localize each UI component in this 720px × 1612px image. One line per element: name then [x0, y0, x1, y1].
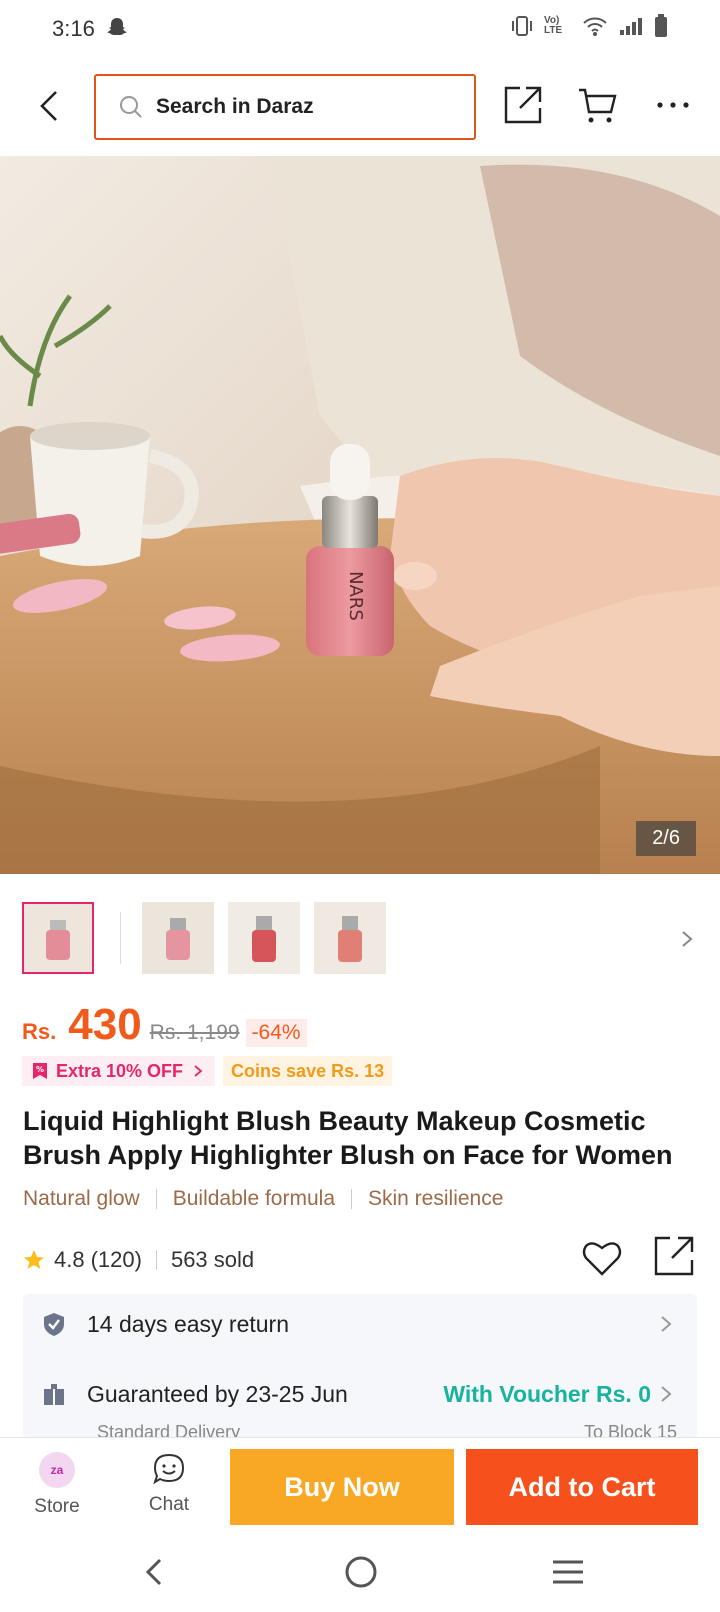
feature-tag: Natural glow — [23, 1187, 140, 1210]
product-photo: NARS — [0, 156, 720, 874]
store-button[interactable]: za Store — [22, 1452, 92, 1522]
search-placeholder: Search in Daraz — [156, 95, 314, 118]
nav-back-icon[interactable] — [138, 1554, 170, 1590]
thumbnail-2[interactable] — [142, 902, 214, 974]
feature-tag: Buildable formula — [172, 1187, 335, 1210]
chevron-right-icon[interactable] — [676, 924, 698, 954]
top-bar: Search in Daraz — [0, 66, 720, 148]
wifi-icon — [583, 17, 607, 36]
status-icons: Vo) LTE — [510, 14, 668, 38]
svg-text:%: % — [36, 1065, 44, 1074]
heart-icon[interactable] — [580, 1236, 624, 1280]
signal-icon — [620, 18, 642, 35]
status-time: 3:16 — [52, 16, 95, 41]
chat-icon — [153, 1453, 185, 1485]
bottom-action-bar: za Store Chat Buy Now Add to Cart — [0, 1437, 720, 1537]
voucher-icon: % — [33, 1063, 47, 1079]
discount-badge: -64% — [245, 1019, 307, 1047]
feature-divider — [351, 1189, 352, 1209]
chat-label: Chat — [148, 1494, 190, 1515]
price-row: Rs. 430 Rs. 1,199 -64% — [22, 1000, 307, 1060]
status-bar: 3:16 Vo) LTE — [0, 0, 720, 60]
thumbnail-1[interactable] — [22, 902, 94, 974]
battery-icon — [655, 14, 667, 37]
bottle-brand-label: NARS — [345, 571, 366, 621]
store-label: Store — [34, 1496, 80, 1517]
feature-tags: Natural glow Buildable formula Skin resi… — [23, 1187, 503, 1211]
promo-row: % Extra 10% OFF Coins save Rs. 13 — [22, 1056, 393, 1086]
delivery-text: Guaranteed by 23-25 Jun — [87, 1380, 348, 1407]
coins-chip: Coins save Rs. 13 — [223, 1056, 393, 1086]
cart-icon[interactable] — [577, 84, 619, 126]
back-arrow-icon[interactable] — [30, 86, 70, 126]
return-policy-text: 14 days easy return — [87, 1310, 290, 1337]
thumbnail-separator — [120, 912, 121, 964]
share-icon[interactable] — [502, 84, 544, 126]
extra-off-label: Extra 10% OFF — [56, 1060, 184, 1081]
vibrate-icon — [512, 16, 532, 36]
nav-home-icon[interactable] — [343, 1554, 379, 1590]
delivery-box-icon — [44, 1384, 64, 1405]
more-options-icon[interactable] — [655, 90, 691, 120]
thumbnail-3[interactable] — [228, 902, 300, 974]
voucher-text: With Voucher Rs. 0 — [443, 1380, 651, 1407]
coins-label: Coins save Rs. 13 — [231, 1060, 385, 1081]
network-label: Vo) LTE — [544, 15, 563, 36]
add-to-cart-button[interactable]: Add to Cart — [466, 1449, 698, 1525]
chat-button[interactable]: Chat — [134, 1452, 204, 1522]
rating-divider — [155, 1250, 157, 1270]
review-count: (120) — [90, 1247, 142, 1272]
current-price: 430 — [68, 1000, 142, 1049]
snapchat-icon — [107, 18, 127, 35]
service-info-box: 14 days easy return Guaranteed by 23-25 … — [23, 1294, 697, 1439]
share-icon[interactable] — [652, 1234, 696, 1278]
search-icon — [120, 96, 142, 118]
return-policy-row[interactable]: 14 days easy return — [23, 1294, 697, 1354]
nav-recents-icon[interactable] — [550, 1556, 586, 1588]
chevron-right-icon — [194, 1065, 203, 1077]
delivery-row[interactable]: Guaranteed by 23-25 Jun With Voucher Rs.… — [23, 1364, 697, 1424]
star-icon — [24, 1250, 44, 1269]
chevron-right-icon — [661, 1316, 672, 1332]
extra-off-chip[interactable]: % Extra 10% OFF — [22, 1056, 216, 1086]
product-image[interactable]: NARS 2/6 — [0, 156, 720, 874]
rating-row[interactable]: 4.8 (120) 563 sold — [22, 1236, 702, 1280]
price-currency: Rs. — [22, 1019, 57, 1044]
rating-value: 4.8 — [54, 1247, 85, 1272]
feature-divider — [155, 1189, 157, 1209]
chevron-right-icon — [661, 1386, 672, 1402]
image-counter: 2/6 — [636, 821, 696, 856]
system-nav-bar — [0, 1540, 720, 1612]
thumbnail-strip — [0, 902, 720, 980]
shield-check-icon — [44, 1313, 64, 1336]
product-title: Liquid Highlight Blush Beauty Makeup Cos… — [23, 1106, 673, 1170]
store-logo: za — [39, 1452, 75, 1488]
sold-count: 563 sold — [170, 1247, 255, 1272]
search-input[interactable]: Search in Daraz — [94, 74, 476, 140]
original-price: Rs. 1,199 — [149, 1021, 240, 1044]
feature-tag: Skin resilience — [368, 1187, 504, 1210]
buy-now-button[interactable]: Buy Now — [230, 1449, 454, 1525]
thumbnail-4[interactable] — [314, 902, 386, 974]
